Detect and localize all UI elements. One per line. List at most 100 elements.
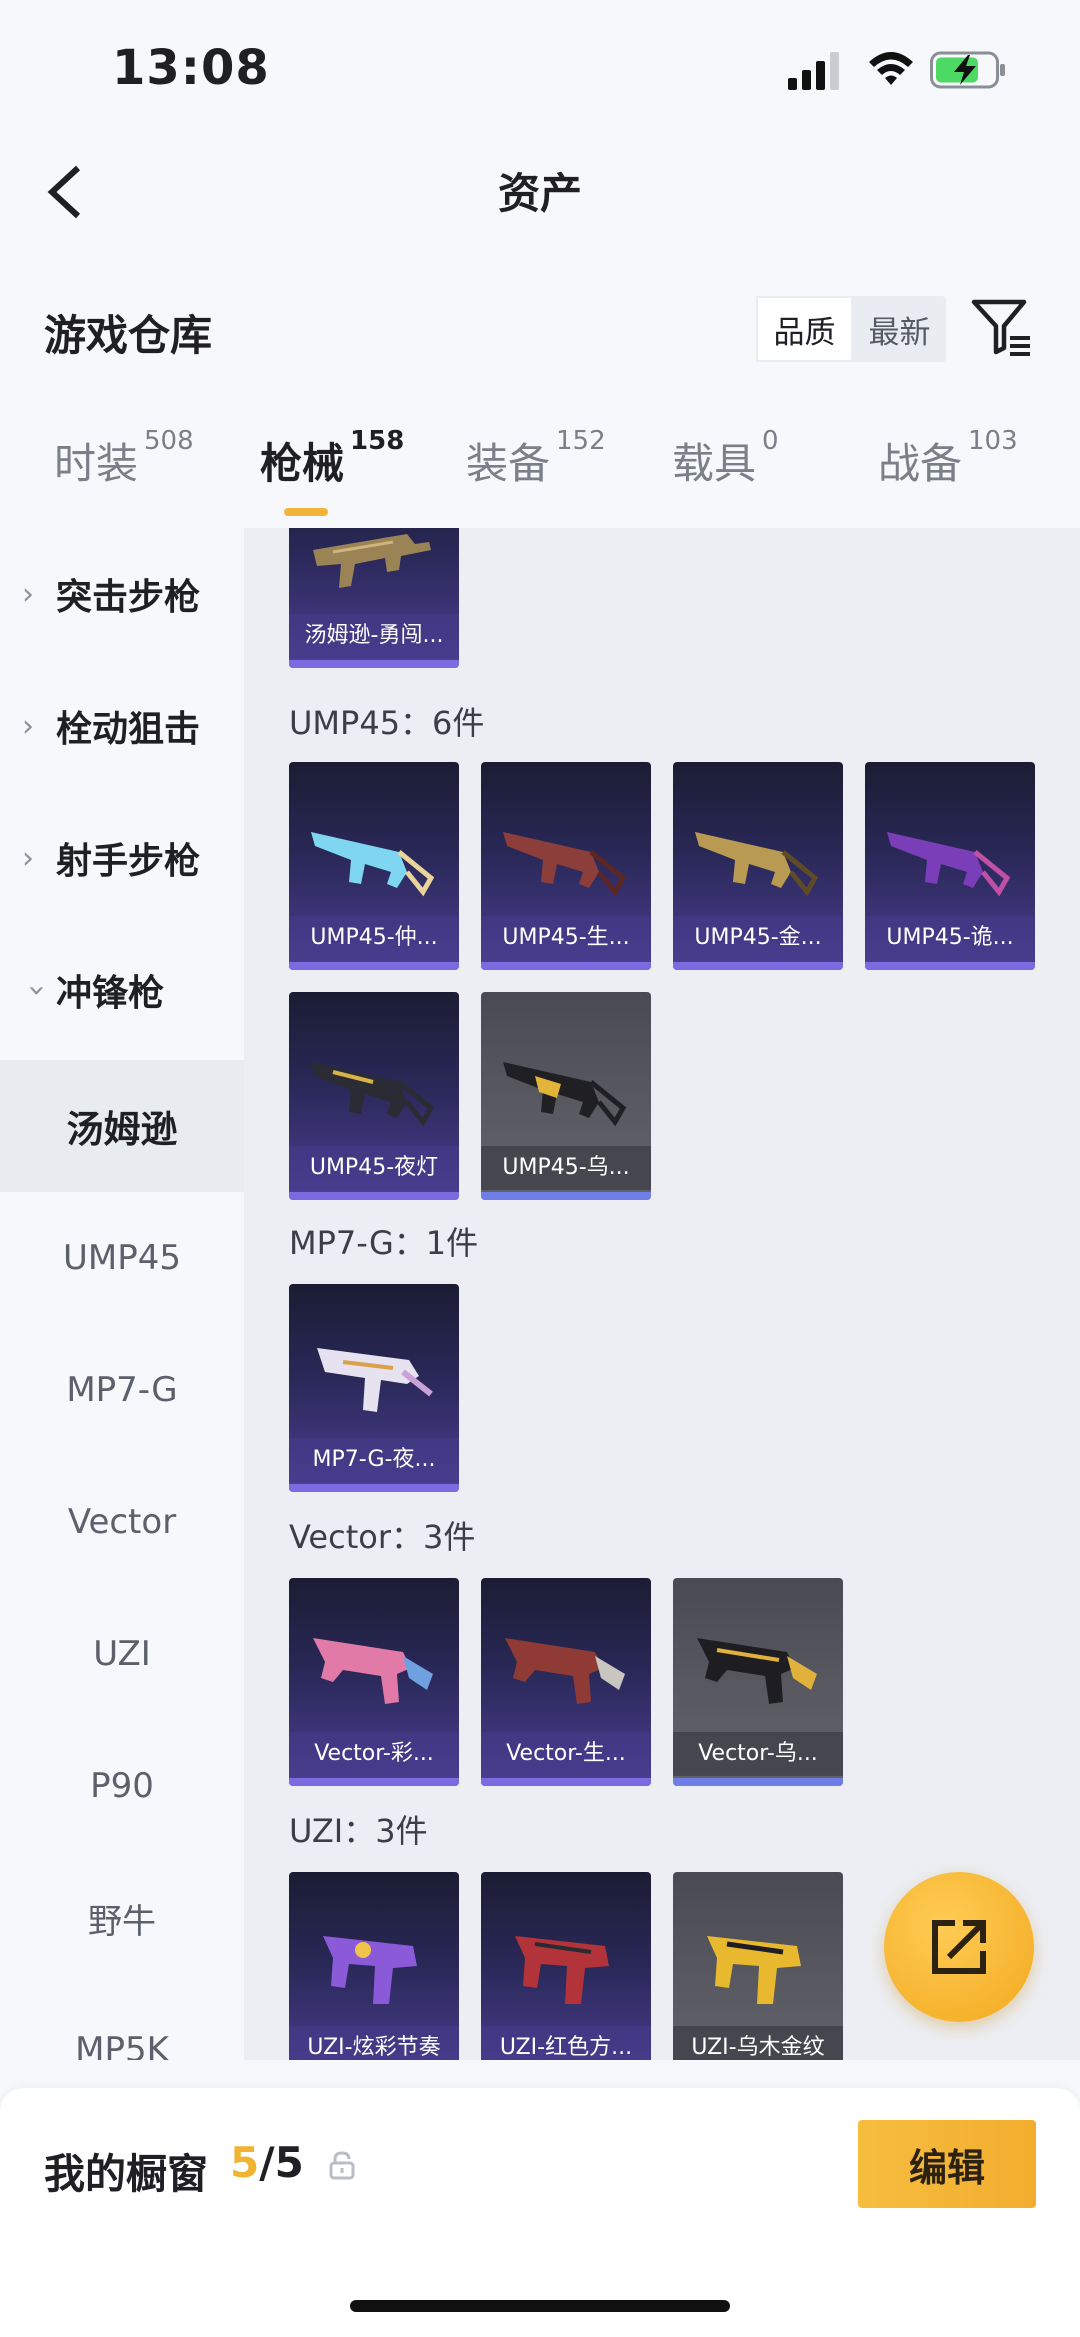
sidebar-sub-mp7g[interactable]: MP7-G <box>0 1324 244 1456</box>
smg-skin-icon <box>323 1936 417 2004</box>
filter-icon[interactable] <box>970 296 1034 360</box>
smg-skin-icon <box>313 534 431 588</box>
cellular-signal-icon <box>788 52 839 90</box>
battery-charging-icon <box>930 51 1005 89</box>
item-grid: 汤姆逊-勇闯... UMP45：6件 UMP45-仲... UMP45-生...… <box>244 528 1080 2060</box>
showcase-current: 5 <box>230 2138 260 2187</box>
tab-count: 152 <box>556 426 606 456</box>
item-card[interactable]: UZI-乌木金纹 <box>673 1872 843 2060</box>
item-name: Vector-乌... <box>673 1732 843 1776</box>
edit-button[interactable]: 编辑 <box>858 2120 1036 2208</box>
smg-skin-icon <box>311 832 435 897</box>
group-title: UZI：3件 <box>289 1812 428 1850</box>
item-card[interactable]: UMP45-仲... <box>289 762 459 970</box>
sidebar-sub-uzi[interactable]: UZI <box>0 1588 244 1720</box>
showcase-label: 我的橱窗 <box>44 2150 208 2198</box>
item-card[interactable]: UMP45-乌... <box>481 992 651 1200</box>
sidebar-item-label: 射手步枪 <box>56 841 201 882</box>
category-tabs: 时装 508 枪械 158 装备 152 载具 0 战备 103 <box>0 426 1080 530</box>
section-title: 游戏仓库 <box>44 311 213 360</box>
sidebar-item-assault-rifle[interactable]: › 突击步枪 <box>0 528 244 660</box>
showcase-count: 5/5 <box>230 2138 304 2187</box>
status-time: 13:08 <box>112 40 270 96</box>
sidebar-sub-thompson[interactable]: 汤姆逊 <box>0 1060 244 1192</box>
sidebar-sub-ump45[interactable]: UMP45 <box>0 1192 244 1324</box>
item-name: Vector-生... <box>481 1732 651 1776</box>
tab-label: 枪械 <box>260 439 345 488</box>
item-card[interactable]: Vector-彩... <box>289 1578 459 1786</box>
chevron-down-icon: › <box>19 984 55 996</box>
tab-fashion[interactable]: 时装 508 <box>54 426 194 491</box>
rarity-bar <box>481 962 651 970</box>
rarity-bar <box>865 962 1035 970</box>
smg-skin-icon <box>695 832 819 897</box>
chevron-right-icon: › <box>22 576 34 612</box>
tab-label: 装备 <box>466 439 551 488</box>
rarity-bar <box>481 1192 651 1200</box>
chevron-right-icon: › <box>22 708 34 744</box>
category-sidebar: › 突击步枪 › 栓动狙击 › 射手步枪 › 冲锋枪 汤姆逊 UMP45 MP7-G V… <box>0 528 244 2060</box>
sidebar-sub-p90[interactable]: P90 <box>0 1720 244 1852</box>
item-card[interactable]: UMP45-夜灯 <box>289 992 459 1200</box>
item-name: 汤姆逊-勇闯... <box>289 614 459 658</box>
sort-quality-button[interactable]: 品质 <box>756 296 853 362</box>
item-card[interactable]: UZI-红色方... <box>481 1872 651 2060</box>
item-card[interactable]: UZI-炫彩节奏 <box>289 1872 459 2060</box>
item-name: UZI-红色方... <box>481 2026 651 2060</box>
tab-equipment[interactable]: 装备 152 <box>466 426 606 491</box>
item-card[interactable]: UMP45-诡... <box>865 762 1035 970</box>
item-card[interactable]: UMP45-金... <box>673 762 843 970</box>
home-indicator[interactable] <box>350 2300 730 2312</box>
item-name: UMP45-金... <box>673 916 843 960</box>
group-title: MP7-G：1件 <box>289 1224 479 1262</box>
sidebar-sub-bizon[interactable]: 野牛 <box>0 1852 244 1984</box>
rarity-bar <box>289 1192 459 1200</box>
tab-count: 508 <box>144 426 194 456</box>
tab-count: 103 <box>968 426 1018 456</box>
active-tab-indicator <box>284 508 328 516</box>
item-card[interactable]: UMP45-生... <box>481 762 651 970</box>
rarity-bar <box>673 1778 843 1786</box>
item-name: UMP45-诡... <box>865 916 1035 960</box>
rarity-bar <box>289 660 459 668</box>
sidebar-sub-mp5k[interactable]: MP5K <box>0 1984 244 2060</box>
item-name: Vector-彩... <box>289 1732 459 1776</box>
smg-skin-icon <box>515 1936 609 2004</box>
lock-icon <box>329 2151 355 2180</box>
sidebar-item-marksman-rifle[interactable]: › 射手步枪 <box>0 792 244 924</box>
sidebar-item-label: 冲锋枪 <box>56 973 165 1014</box>
sidebar-item-bolt-sniper[interactable]: › 栓动狙击 <box>0 660 244 792</box>
rarity-bar <box>481 1778 651 1786</box>
wifi-icon <box>869 52 913 85</box>
rarity-bar <box>289 962 459 970</box>
tab-label: 载具 <box>672 439 757 488</box>
tab-supplies[interactable]: 战备 103 <box>878 426 1018 491</box>
item-card[interactable]: MP7-G-夜... <box>289 1284 459 1492</box>
item-name: UZI-炫彩节奏 <box>289 2026 459 2060</box>
item-name: UMP45-夜灯 <box>289 1146 459 1190</box>
showcase-total: /5 <box>259 2138 304 2187</box>
item-name: MP7-G-夜... <box>289 1438 459 1482</box>
item-card[interactable]: Vector-生... <box>481 1578 651 1786</box>
page-title: 资产 <box>497 169 582 218</box>
item-card[interactable]: Vector-乌... <box>673 1578 843 1786</box>
group-title: UMP45：6件 <box>289 704 485 742</box>
tab-firearms[interactable]: 枪械 158 <box>260 426 404 491</box>
rarity-bar <box>289 1484 459 1492</box>
smg-skin-icon <box>311 1062 435 1127</box>
smg-skin-icon <box>707 1936 801 2004</box>
rarity-bar <box>289 1778 459 1786</box>
sort-toggle: 品质 最新 <box>756 296 946 362</box>
item-card[interactable]: 汤姆逊-勇闯... <box>289 528 459 668</box>
tab-label: 战备 <box>878 439 963 488</box>
smg-skin-icon <box>317 1348 433 1412</box>
share-button[interactable] <box>884 1872 1034 2022</box>
sidebar-item-smg[interactable]: › 冲锋枪 <box>0 924 244 1056</box>
tab-count: 158 <box>350 426 405 456</box>
sidebar-sub-vector[interactable]: Vector <box>0 1456 244 1588</box>
tab-vehicles[interactable]: 载具 0 <box>672 426 779 491</box>
item-name: UMP45-生... <box>481 916 651 960</box>
smg-skin-icon <box>503 1062 627 1127</box>
sort-newest-button[interactable]: 最新 <box>853 296 946 362</box>
status-bar: 13:08 <box>0 0 1080 140</box>
